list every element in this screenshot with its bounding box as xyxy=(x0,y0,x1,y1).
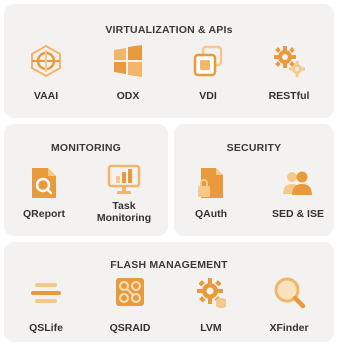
flash-management-title: FLASH MANAGEMENT xyxy=(110,259,228,271)
auth-document-icon xyxy=(196,166,226,200)
qreport-label: QReport xyxy=(23,208,65,220)
lifespan-icon xyxy=(29,276,63,310)
vaai-cube-icon xyxy=(29,44,63,78)
virtualization-title: VIRTUALIZATION & APIs xyxy=(105,24,233,36)
task-monitoring-label-text: Task Monitoring xyxy=(96,200,152,224)
lvm-label: LVM xyxy=(200,322,222,334)
report-icon xyxy=(29,166,59,200)
security-title: SECURITY xyxy=(226,142,282,154)
vaai-label: VAAI xyxy=(33,90,59,102)
monitoring-title: MONITORING xyxy=(50,142,122,154)
raid-icon xyxy=(113,275,147,309)
users-icon xyxy=(281,168,315,198)
monitoring-panel: MONITORING QReport Task Monitoring xyxy=(4,124,168,236)
vdi-stack-icon xyxy=(191,44,225,78)
flash-management-panel: FLASH MANAGEMENT QSLife QSRAID LVM XFind… xyxy=(4,242,334,342)
xfinder-label: XFinder xyxy=(269,322,309,334)
odx-label: ODX xyxy=(116,90,140,102)
restful-label: RESTful xyxy=(268,90,310,102)
magnifier-icon xyxy=(272,275,306,309)
qauth-label: QAuth xyxy=(194,208,228,220)
lvm-gear-icon xyxy=(194,275,228,309)
gears-icon xyxy=(272,44,306,78)
task-monitoring-label: Task Monitoring xyxy=(79,200,169,224)
sed-ise-label: SED & ISE xyxy=(272,208,324,220)
virtualization-panel: VIRTUALIZATION & APIs VAAI ODX VDI RESTf… xyxy=(4,4,334,118)
qsraid-label: QSRAID xyxy=(109,322,151,334)
qslife-label: QSLife xyxy=(29,322,63,334)
vdi-label: VDI xyxy=(199,90,217,102)
windows-icon xyxy=(111,44,145,78)
security-panel: SECURITY QAuth SED & ISE xyxy=(174,124,334,236)
monitor-chart-icon xyxy=(107,164,141,196)
